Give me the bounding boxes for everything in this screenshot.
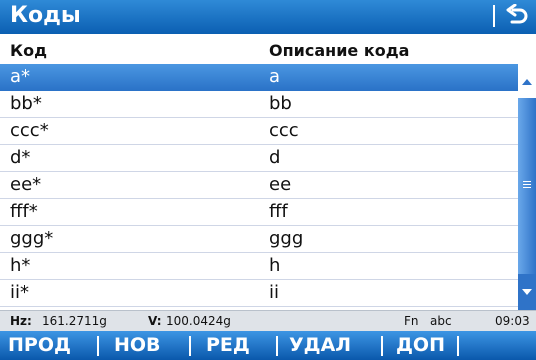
scroll-down-button[interactable]: [518, 274, 536, 310]
list-item[interactable]: ggg* ggg: [0, 226, 518, 253]
description-cell: ii: [269, 282, 280, 303]
list-item[interactable]: d* d: [0, 145, 518, 172]
hz-value: 161.2711g: [42, 314, 107, 328]
code-cell: ggg*: [10, 228, 54, 249]
description-cell: ccc: [269, 120, 299, 141]
description-cell: d: [269, 147, 281, 168]
softkey-divider: [189, 336, 191, 356]
v-value: 100.0424g: [166, 314, 231, 328]
scroll-thumb[interactable]: [518, 98, 536, 274]
hz-label: Hz:: [10, 314, 32, 328]
clock: 09:03: [495, 314, 530, 328]
description-cell: bb: [269, 93, 292, 114]
list-item[interactable]: a* a: [0, 64, 518, 91]
title-divider: [493, 5, 495, 27]
codes-list: a* a bb* bb ccc* ccc d* d ee* ee fff* ff…: [0, 64, 518, 310]
description-cell: a: [269, 66, 281, 87]
list-item[interactable]: ee* ee: [0, 172, 518, 199]
code-cell: h*: [10, 255, 31, 276]
code-cell: bb*: [10, 93, 42, 114]
continue-softkey[interactable]: ПРОД: [8, 331, 71, 360]
description-cell: ee: [269, 174, 292, 195]
list-item[interactable]: fff* fff: [0, 199, 518, 226]
softkey-divider: [381, 336, 383, 356]
delete-softkey[interactable]: УДАЛ: [289, 331, 351, 360]
fn-indicator: Fn: [404, 314, 419, 328]
new-softkey[interactable]: НОВ: [114, 331, 161, 360]
list-scrollbar[interactable]: [518, 64, 536, 310]
codes-screen: Коды Код Описание кода a* a bb* bb ccc* …: [0, 0, 536, 360]
scroll-up-button[interactable]: [518, 64, 536, 98]
list-item[interactable]: bb* bb: [0, 91, 518, 118]
list-item[interactable]: ccc* ccc: [0, 118, 518, 145]
softkey-bar: ПРОД НОВ РЕД УДАЛ ДОП: [0, 331, 536, 360]
more-softkey[interactable]: ДОП: [396, 331, 445, 360]
list-item[interactable]: h* h: [0, 253, 518, 280]
title-bar: Коды: [0, 0, 536, 34]
description-cell: fff: [269, 201, 288, 222]
window-title: Коды: [10, 3, 81, 28]
softkey-divider: [97, 336, 99, 356]
code-cell: ee*: [10, 174, 42, 195]
code-column-header: Код: [10, 41, 47, 60]
edit-softkey[interactable]: РЕД: [206, 331, 250, 360]
softkey-divider: [457, 336, 459, 356]
list-item[interactable]: ii* ii: [0, 280, 518, 307]
softkey-divider: [276, 336, 278, 356]
input-mode-indicator: abc: [430, 314, 452, 328]
code-cell: a*: [10, 66, 31, 87]
column-headers: Код Описание кода: [0, 34, 536, 64]
code-cell: ii*: [10, 282, 30, 303]
v-label: V:: [148, 314, 162, 328]
code-cell: fff*: [10, 201, 38, 222]
code-cell: ccc*: [10, 120, 49, 141]
status-bar: Hz: 161.2711g V: 100.0424g Fn abc 09:03: [0, 310, 536, 331]
undo-arrow-icon[interactable]: [502, 4, 530, 30]
description-column-header: Описание кода: [269, 41, 410, 60]
description-cell: ggg: [269, 228, 304, 249]
description-cell: h: [269, 255, 281, 276]
code-cell: d*: [10, 147, 31, 168]
grip-icon: [523, 180, 531, 188]
